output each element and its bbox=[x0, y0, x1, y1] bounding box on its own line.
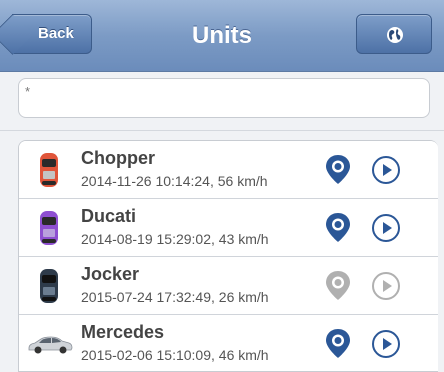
unit-name: Ducati bbox=[81, 206, 137, 226]
unit-info: 2014-11-26 10:14:24, 56 km/h bbox=[81, 173, 268, 189]
car-purple-icon bbox=[40, 211, 58, 245]
play-icon[interactable] bbox=[371, 213, 401, 243]
list-item[interactable]: Chopper 2014-11-26 10:14:24, 56 km/h bbox=[19, 141, 438, 199]
car-red-icon bbox=[40, 153, 58, 187]
car-silver-icon bbox=[28, 336, 73, 354]
map-button[interactable] bbox=[356, 14, 432, 54]
car-dark-icon bbox=[40, 269, 58, 303]
unit-info: 2014-08-19 15:29:02, 43 km/h bbox=[81, 231, 269, 247]
play-icon[interactable] bbox=[371, 271, 401, 301]
back-button[interactable]: Back bbox=[12, 14, 92, 54]
unit-name: Mercedes bbox=[81, 322, 165, 342]
search-field-container bbox=[18, 78, 430, 118]
location-pin-icon[interactable] bbox=[323, 211, 353, 243]
location-pin-icon[interactable] bbox=[323, 153, 353, 185]
play-icon[interactable] bbox=[371, 155, 401, 185]
location-pin-icon[interactable] bbox=[323, 269, 353, 301]
navigation-bar: Units Back bbox=[0, 0, 444, 72]
unit-name: Jocker bbox=[81, 264, 140, 284]
back-button-label: Back bbox=[38, 25, 74, 42]
search-input[interactable] bbox=[19, 79, 429, 117]
location-pin-icon[interactable] bbox=[323, 327, 353, 359]
unit-info: 2015-02-06 15:10:09, 46 km/h bbox=[81, 347, 269, 363]
globe-icon bbox=[387, 27, 403, 43]
unit-name: Chopper bbox=[81, 148, 155, 168]
units-list: Chopper 2014-11-26 10:14:24, 56 km/h Duc… bbox=[18, 140, 438, 372]
list-item[interactable]: Jocker 2015-07-24 17:32:49, 26 km/h bbox=[19, 257, 438, 315]
unit-info: 2015-07-24 17:32:49, 26 km/h bbox=[81, 289, 269, 305]
list-item[interactable]: Ducati 2014-08-19 15:29:02, 43 km/h bbox=[19, 199, 438, 257]
list-item[interactable]: Mercedes 2015-02-06 15:10:09, 46 km/h bbox=[19, 315, 438, 371]
divider bbox=[0, 130, 444, 131]
play-icon[interactable] bbox=[371, 329, 401, 359]
